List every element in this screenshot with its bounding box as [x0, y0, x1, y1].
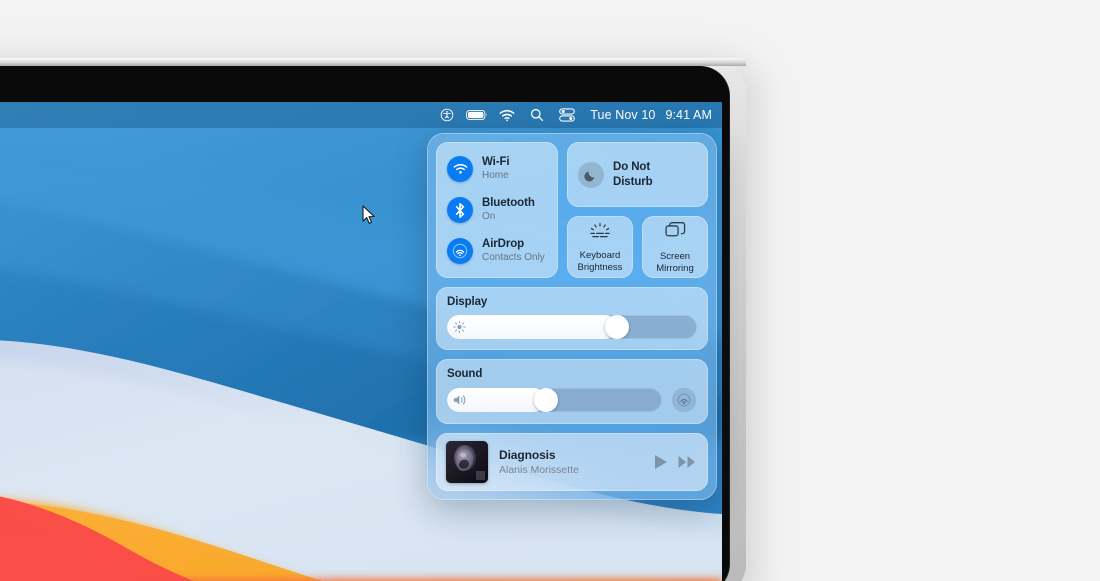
- moon-icon: [578, 161, 604, 188]
- display-slider-fill: [447, 315, 617, 339]
- airdrop-status: Contacts Only: [482, 252, 545, 264]
- keyboard-brightness-label-line1: Keyboard: [579, 250, 621, 262]
- display-title: Display: [447, 296, 488, 308]
- display-slider-wrap: [447, 315, 697, 339]
- wifi-control[interactable]: Wi-Fi Home: [447, 156, 548, 182]
- dnd-label-line2: Disturb: [613, 175, 653, 188]
- sound-title: Sound: [447, 368, 483, 380]
- track-artist: Alanis Morissette: [499, 463, 579, 476]
- spotlight-search-icon[interactable]: [522, 104, 552, 126]
- bluetooth-label: Bluetooth: [482, 197, 535, 210]
- tile-row: Keyboard Brightness Screen Mirroring: [567, 216, 708, 278]
- bluetooth-status: On: [482, 211, 496, 223]
- playback-controls: [654, 454, 696, 470]
- sound-slider-knob[interactable]: [533, 388, 558, 412]
- screen-mirroring-icon: [664, 222, 686, 245]
- screenshot-root: Tue Nov 10 9:41 AM Wi-Fi Home Bluetooth …: [0, 0, 1100, 581]
- battery-icon[interactable]: [462, 104, 492, 126]
- keyboard-brightness-tile[interactable]: Keyboard Brightness: [567, 216, 633, 278]
- screen-mirroring-label-line1: Screen: [659, 251, 691, 263]
- screen-mirroring-label-line2: Mirroring: [656, 262, 694, 274]
- dnd-label-line1: Do Not: [613, 161, 651, 174]
- airdrop-control[interactable]: AirDrop Contacts Only: [447, 238, 548, 264]
- control-center-panel: Wi-Fi Home Bluetooth On AirDrop Contacts…: [427, 133, 717, 500]
- menubar-clock[interactable]: 9:41 AM: [665, 108, 712, 122]
- album-artwork[interactable]: [446, 441, 488, 483]
- display-slider-knob[interactable]: [605, 315, 629, 339]
- fast-forward-icon[interactable]: [678, 455, 696, 469]
- connectivity-module: Wi-Fi Home Bluetooth On AirDrop Contacts…: [436, 142, 558, 278]
- screen-mirroring-tile[interactable]: Screen Mirroring: [642, 216, 708, 278]
- track-title: Diagnosis: [499, 447, 556, 462]
- sound-volume-slider[interactable]: [447, 388, 662, 412]
- menubar-date[interactable]: Tue Nov 10: [590, 108, 655, 122]
- mouse-pointer: [362, 205, 376, 230]
- play-icon[interactable]: [654, 454, 668, 470]
- do-not-disturb-control[interactable]: Do Not Disturb: [567, 142, 708, 207]
- now-playing-module: Diagnosis Alanis Morissette: [436, 433, 708, 491]
- display-module: Display: [436, 287, 708, 350]
- airdrop-label: AirDrop: [482, 238, 525, 251]
- sound-slider-wrap: [447, 387, 697, 413]
- laptop-lid-edge: [0, 58, 746, 66]
- keyboard-brightness-icon: [589, 223, 611, 244]
- brightness-icon: [453, 320, 466, 334]
- wifi-status: Home: [482, 170, 509, 182]
- bluetooth-control[interactable]: Bluetooth On: [447, 197, 548, 223]
- keyboard-brightness-label-line2: Brightness: [577, 261, 623, 273]
- accessibility-icon[interactable]: [432, 104, 462, 126]
- now-playing-text: Diagnosis Alanis Morissette: [499, 448, 643, 477]
- airplay-audio-icon[interactable]: [671, 387, 697, 413]
- bluetooth-icon: [447, 197, 473, 223]
- control-center-top-row: Wi-Fi Home Bluetooth On AirDrop Contacts…: [436, 142, 708, 278]
- wifi-icon: [447, 156, 473, 182]
- menu-bar: Tue Nov 10 9:41 AM: [0, 102, 722, 128]
- wifi-label: Wi-Fi: [482, 156, 510, 169]
- wifi-icon[interactable]: [492, 104, 522, 126]
- speaker-wave-icon: [453, 394, 468, 407]
- right-column: Do Not Disturb Keyboard Brightness Scree…: [567, 142, 708, 278]
- sound-module: Sound: [436, 359, 708, 424]
- airdrop-icon: [447, 238, 473, 264]
- control-center-icon[interactable]: [552, 104, 582, 126]
- display-brightness-slider[interactable]: [447, 315, 697, 339]
